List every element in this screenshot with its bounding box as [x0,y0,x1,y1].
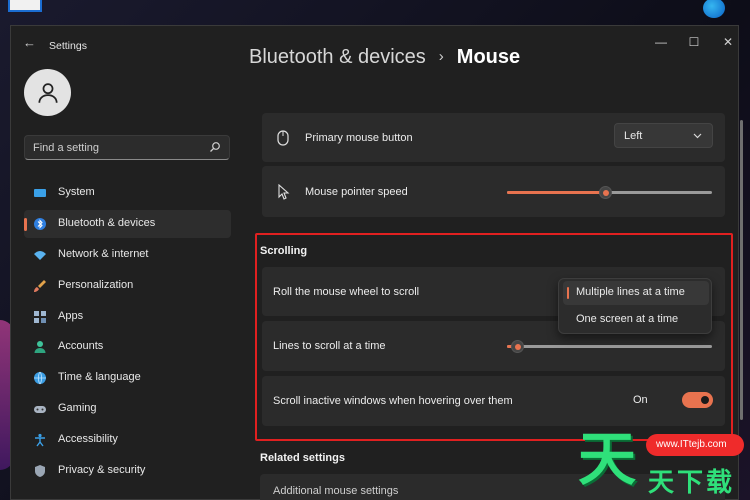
minimize-button[interactable]: — [646,32,676,52]
option-one-screen[interactable]: One screen at a time [563,308,709,332]
shield-icon [35,465,45,478]
apps-icon [34,310,46,323]
option-label: One screen at a time [576,313,679,325]
sidebar-item-label: Accessibility [58,433,118,446]
primary-mouse-button-dropdown[interactable]: Left [614,123,713,148]
search-box[interactable]: Find a setting [24,135,230,160]
sidebar-item-gaming[interactable]: Gaming [24,395,231,423]
settings-window: ← Settings — ☐ ✕ Find a setting System B… [10,25,739,500]
search-input[interactable]: Find a setting [33,142,99,154]
person-icon [34,341,46,354]
toggle-state-text: On [633,394,648,406]
scrolling-section-title: Scrolling [260,245,308,257]
sidebar-item-bluetooth-devices[interactable]: Bluetooth & devices [24,209,231,238]
related-item-label: Additional mouse settings [273,485,399,497]
lines-to-scroll-label: Lines to scroll at a time [273,340,386,352]
sidebar-item-accounts[interactable]: Accounts [24,333,231,361]
chevron-right-icon: › [438,48,444,65]
roll-wheel-dropdown-menu: Multiple lines at a time One screen at a… [558,278,712,334]
lines-to-scroll-slider[interactable] [507,340,712,353]
person-icon [37,82,58,103]
inactive-scroll-card: Scroll inactive windows when hovering ov… [262,376,725,426]
brush-icon [34,279,46,292]
sidebar-item-label: System [58,186,95,198]
scrollbar[interactable] [740,120,743,420]
related-settings-item[interactable]: Additional mouse settings [260,474,725,500]
primary-mouse-button-label: Primary mouse button [305,131,413,144]
back-arrow-icon[interactable]: ← [23,36,37,50]
gamepad-icon [34,406,46,414]
bluetooth-icon [34,217,46,230]
sidebar-item-apps[interactable]: Apps [24,303,231,331]
pointer-cursor-icon [278,183,290,200]
sidebar-item-privacy-security[interactable]: Privacy & security [24,457,231,485]
option-label: Multiple lines at a time [576,286,685,298]
sidebar-item-label: Time & language [58,371,141,384]
sidebar-item-accessibility[interactable]: Accessibility [24,426,231,454]
dropdown-value: Left [624,130,643,142]
page-title: Mouse [456,46,521,68]
sidebar-item-time-language[interactable]: Time & language [24,364,231,392]
maximize-button[interactable]: ☐ [679,32,709,52]
pointer-speed-slider[interactable] [507,186,712,199]
inactive-scroll-label: Scroll inactive windows when hovering ov… [273,395,513,407]
breadcrumb: Bluetooth & devices › Mouse [249,46,520,69]
slider-fill [507,191,606,194]
slider-track [507,345,712,348]
close-button[interactable]: ✕ [713,32,743,52]
app-title: Settings [49,40,87,52]
chevron-down-icon [693,133,702,139]
monitor-icon [34,189,46,197]
sidebar-item-label: Accounts [58,340,104,353]
globe-clock-icon [34,372,46,385]
microsoft-edge-shortcut-icon[interactable] [697,0,741,24]
sidebar-item-label: Network & internet [58,247,149,260]
option-multiple-lines[interactable]: Multiple lines at a time [563,281,709,305]
sidebar-item-label: Privacy & security [58,464,146,477]
sidebar-nav: System Bluetooth & devices Network & int… [24,179,231,488]
slider-thumb[interactable] [599,186,613,199]
desktop-shortcut-icon[interactable] [8,0,48,18]
search-icon[interactable] [209,141,221,153]
roll-wheel-label: Roll the mouse wheel to scroll [273,285,420,298]
sidebar-item-system[interactable]: System [24,179,231,207]
pointer-speed-card: Mouse pointer speed [262,166,725,217]
inactive-scroll-toggle[interactable]: On [633,391,713,411]
primary-mouse-button-card: Primary mouse button Left [262,113,725,162]
sidebar-item-personalization[interactable]: Personalization [24,272,231,300]
sidebar-item-label: Personalization [58,278,134,291]
sidebar-item-label: Apps [58,309,84,322]
slider-thumb[interactable] [511,340,525,353]
sidebar-item-network[interactable]: Network & internet [24,241,231,269]
related-settings-title: Related settings [260,452,345,464]
wifi-icon [34,250,46,260]
sidebar-item-label: Gaming [58,402,97,415]
pointer-speed-label: Mouse pointer speed [305,185,408,198]
sidebar-item-label: Bluetooth & devices [58,216,156,229]
toggle-switch[interactable] [682,392,713,408]
user-avatar[interactable] [24,69,71,116]
accessibility-icon [35,434,45,447]
breadcrumb-parent[interactable]: Bluetooth & devices [249,46,426,68]
mouse-icon [277,129,289,146]
